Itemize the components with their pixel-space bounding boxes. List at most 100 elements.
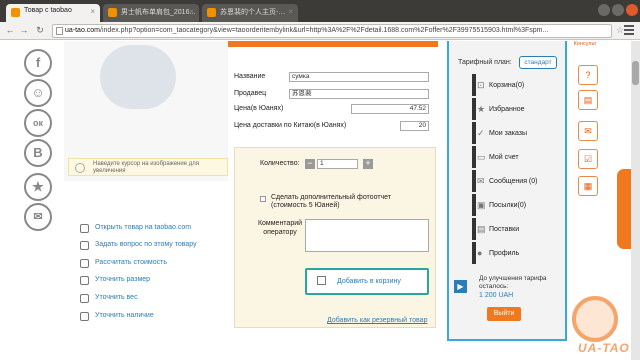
menu-tab: [472, 74, 476, 96]
delivery-label: Цена доставки по Китаю(в Юанях): [234, 122, 347, 129]
menu-item-parcels[interactable]: ▣ Посылки(0): [449, 194, 565, 218]
name-row: Название сумка: [234, 72, 434, 84]
chat-icon: [80, 241, 89, 250]
back-arrow-icon[interactable]: ←: [4, 24, 16, 36]
ruler-icon: [80, 276, 89, 285]
close-icon[interactable]: ×: [90, 7, 95, 16]
message-icon: ✉: [477, 176, 485, 186]
ua-tao-logo-icon: [572, 296, 618, 342]
menu-tab: [472, 98, 476, 120]
logout-button[interactable]: Выйти: [487, 307, 521, 321]
seller-field[interactable]: 苏恩裴: [289, 89, 429, 99]
menu-item-account[interactable]: ▭ Мой счет: [449, 146, 565, 170]
account-panel: Тарифный план: стандарт ⊡ Корзина(0) ★ Изб…: [447, 41, 567, 341]
name-label: Название: [234, 73, 266, 80]
card-icon[interactable]: ▤: [578, 90, 598, 110]
tab-title: Товар с taobao: [24, 7, 72, 14]
star-icon[interactable]: ★: [24, 173, 52, 201]
zoom-hint: Наведите курсор на изображение для увели…: [68, 158, 228, 176]
browser-tab[interactable]: 苏恩裴的个人主页-… ×: [202, 4, 298, 22]
menu-tab: [472, 122, 476, 144]
calculator-icon: [80, 259, 89, 268]
odnoklassniki-icon[interactable]: ок: [24, 109, 52, 137]
url-host: ua-tao.com: [65, 27, 101, 34]
menu-item-favorites[interactable]: ★ Избранное: [449, 98, 565, 122]
truck-icon: ▤: [477, 224, 486, 234]
close-icon[interactable]: ×: [288, 7, 293, 16]
header-strip: [228, 41, 438, 47]
upgrade-amount: 1 200 UAH: [479, 292, 514, 299]
tab-favicon-icon: [11, 8, 20, 17]
quantity-label: Количество:: [260, 160, 300, 167]
cart-download-icon: [317, 276, 326, 285]
menu-tab: [472, 242, 476, 264]
comment-textarea[interactable]: [305, 219, 429, 252]
tab-favicon-icon: [207, 8, 216, 17]
price-field[interactable]: 47.52: [351, 104, 429, 114]
menu-item-profile[interactable]: ● Профиль: [449, 242, 565, 266]
help-icon[interactable]: ?: [578, 65, 598, 85]
add-reserve-link[interactable]: Добавить как резервный товар: [327, 317, 427, 324]
delivery-field[interactable]: 20: [400, 121, 429, 131]
forward-arrow-icon[interactable]: →: [18, 24, 30, 36]
vk-icon[interactable]: В: [24, 139, 52, 167]
star-icon: ★: [477, 104, 486, 114]
arrow-right-icon[interactable]: ▶: [454, 280, 467, 293]
add-to-cart-label: Добавить в корзину: [337, 278, 401, 285]
price-row: Цена(в Юанях) 47.52: [234, 104, 434, 116]
menu-tab: [472, 194, 476, 216]
checklist-icon[interactable]: ☑: [578, 149, 598, 169]
page-scrollbar[interactable]: [631, 41, 640, 360]
mail-icon[interactable]: ✉: [578, 121, 598, 141]
menu-item-cart[interactable]: ⊡ Корзина(0): [449, 74, 565, 98]
seller-row: Продавец 苏恩裴: [234, 89, 434, 101]
product-photo: [100, 45, 176, 109]
box-icon: [80, 312, 89, 321]
page-content: f ☺ ок В ★ ✉ Наведите курсор на изображе…: [0, 41, 640, 360]
menu-item-supplies[interactable]: ▤ Поставки: [449, 218, 565, 242]
scale-icon: [80, 294, 89, 303]
minimize-button[interactable]: [598, 4, 610, 16]
url-input[interactable]: ua-tao.com/index.php?option=com_taocateg…: [52, 24, 612, 38]
facebook-icon[interactable]: f: [24, 49, 52, 77]
consultant-label[interactable]: Консульт: [569, 41, 601, 57]
menu-tab: [472, 146, 476, 168]
browser-tab-active[interactable]: Товар с taobao ×: [6, 4, 100, 22]
check-icon: ✓: [477, 128, 485, 138]
add-to-cart-button[interactable]: Добавить в корзину: [305, 268, 429, 295]
plan-badge[interactable]: стандарт: [519, 56, 557, 69]
close-icon[interactable]: ×: [189, 7, 194, 16]
order-options: Количество: − 1 + Сделать дополнительный…: [234, 147, 436, 328]
window-close-button[interactable]: [626, 4, 638, 16]
url-path: /index.php?option=com_taocategory&view=t…: [100, 27, 549, 34]
photo-report-label: Сделать дополнительный фотоотчет (стоимо…: [271, 194, 392, 209]
address-bar: ← → ↻ ua-tao.com/index.php?option=com_ta…: [0, 22, 640, 40]
mail-icon[interactable]: ✉: [24, 203, 52, 231]
parcel-icon: ▣: [477, 200, 486, 210]
smiley-icon[interactable]: ☺: [24, 79, 52, 107]
menu-item-messages[interactable]: ✉ Сообщения (0): [449, 170, 565, 194]
tab-favicon-icon: [108, 8, 117, 17]
menu-item-orders[interactable]: ✓ Мои заказы: [449, 122, 565, 146]
calculator-icon[interactable]: ▦: [578, 176, 598, 196]
browser-tab-bar: Товар с taobao × 男士帆布单肩包_2016... × 苏恩裴的个…: [0, 0, 640, 22]
consultant-tab[interactable]: [617, 169, 631, 249]
menu-tab: [472, 170, 476, 192]
tab-title: 苏恩裴的个人主页-…: [220, 9, 286, 16]
name-field[interactable]: сумка: [289, 72, 429, 82]
scroll-thumb[interactable]: [632, 61, 639, 85]
tariff-upgrade: ▶ До улучшения тарифа осталось: 1 200 UA…: [449, 275, 565, 301]
quantity-input[interactable]: 1: [317, 159, 358, 169]
magnifier-icon: [75, 163, 85, 173]
page-icon: [56, 27, 63, 35]
quantity-plus-button[interactable]: +: [363, 159, 373, 169]
reload-icon[interactable]: ↻: [34, 24, 46, 36]
quantity-minus-button[interactable]: −: [305, 159, 315, 169]
wallet-icon: ▭: [477, 152, 486, 162]
browser-tab[interactable]: 男士帆布单肩包_2016... ×: [103, 4, 199, 22]
user-icon: ●: [477, 248, 483, 258]
hamburger-menu-icon[interactable]: [624, 25, 634, 35]
photo-report-checkbox[interactable]: [260, 196, 266, 202]
maximize-button[interactable]: [612, 4, 624, 16]
plan-label: Тарифный план:: [458, 59, 512, 66]
